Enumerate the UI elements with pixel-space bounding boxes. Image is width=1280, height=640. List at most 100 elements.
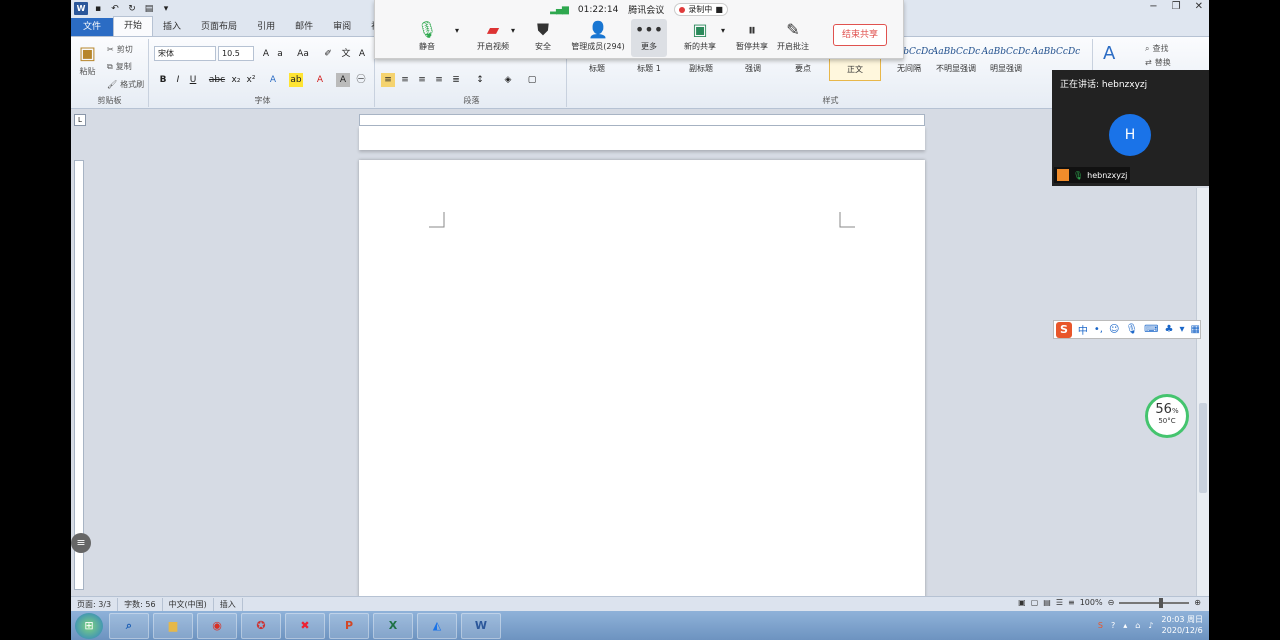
stop-record-icon[interactable]: ■ bbox=[715, 5, 723, 14]
outline-icon[interactable]: ☰ bbox=[1056, 598, 1063, 607]
close-button[interactable]: ✕ bbox=[1195, 1, 1203, 12]
help-tray-icon[interactable]: ? bbox=[1111, 621, 1115, 630]
scrollbar-thumb[interactable] bbox=[1199, 403, 1207, 493]
word-count[interactable]: 字数: 56 bbox=[118, 597, 163, 611]
full-screen-icon[interactable]: ▢ bbox=[1031, 598, 1039, 607]
superscript-icon[interactable]: x² bbox=[244, 73, 258, 87]
vertical-scrollbar[interactable] bbox=[1196, 188, 1209, 596]
horizontal-ruler[interactable] bbox=[359, 114, 925, 126]
language[interactable]: 中文(中国) bbox=[163, 597, 214, 611]
redo-icon[interactable]: ↻ bbox=[125, 2, 139, 15]
tab-insert[interactable]: 插入 bbox=[153, 18, 191, 36]
settings-grid-icon[interactable]: ▦ bbox=[1191, 324, 1200, 335]
mute-dropdown-icon[interactable]: ▾ bbox=[455, 26, 459, 35]
find-button[interactable]: ⌕ 查找 bbox=[1145, 43, 1168, 54]
change-styles-icon[interactable]: A bbox=[1103, 43, 1115, 64]
ruler-toggle-icon[interactable]: L bbox=[74, 114, 86, 126]
end-share-button[interactable]: 结束共享 bbox=[833, 24, 887, 46]
style-intense-emphasis[interactable]: AaBbCcDc 明显强调 bbox=[981, 41, 1031, 81]
voice-icon[interactable]: 🎙 bbox=[1125, 324, 1138, 335]
zoom-in-icon[interactable]: ⊕ bbox=[1194, 598, 1201, 607]
zoom-level[interactable]: 100% bbox=[1080, 598, 1103, 607]
open-folder-icon[interactable]: ▤ bbox=[142, 2, 156, 15]
format-painter-button[interactable]: 🖌 格式刷 bbox=[107, 79, 144, 90]
paste-button[interactable]: ▣ 粘贴 bbox=[79, 43, 96, 77]
highlight-icon[interactable]: ab bbox=[289, 73, 303, 87]
recording-badge[interactable]: 录制中 ■ bbox=[674, 3, 728, 16]
print-layout-icon[interactable]: ▣ bbox=[1018, 598, 1026, 607]
file-explorer-icon[interactable]: ▆ bbox=[153, 612, 193, 639]
clear-format-icon[interactable]: ✐ bbox=[321, 47, 335, 61]
tab-file[interactable]: 文件 bbox=[71, 18, 114, 36]
toolbox-icon[interactable]: ♣ bbox=[1165, 324, 1174, 335]
maximize-button[interactable]: ❐ bbox=[1172, 1, 1181, 12]
copy-button[interactable]: ⧉ 复制 bbox=[107, 61, 132, 72]
zoom-slider[interactable] bbox=[1119, 597, 1190, 608]
distribute-icon[interactable]: ≣ bbox=[449, 73, 463, 87]
undo-icon[interactable]: ↶ bbox=[108, 2, 122, 15]
font-color-icon[interactable]: A bbox=[313, 73, 327, 87]
ime-mode[interactable]: 中 bbox=[1078, 322, 1088, 337]
emoji-icon[interactable]: ☺ bbox=[1109, 324, 1119, 335]
page-count[interactable]: 页面: 3/3 bbox=[71, 597, 119, 611]
shrink-font-icon[interactable]: a bbox=[273, 47, 287, 61]
strikethrough-icon[interactable]: abc bbox=[208, 73, 226, 87]
align-center-icon[interactable]: ≡ bbox=[398, 73, 412, 87]
clock[interactable]: 20:03 周日 2020/12/6 bbox=[1161, 614, 1203, 636]
start-button[interactable]: ⊞ bbox=[75, 612, 103, 639]
word-app-icon[interactable]: W bbox=[461, 612, 501, 639]
pause-share-button[interactable]: ⏸ 暂停共享 bbox=[729, 19, 775, 57]
punctuation-icon[interactable]: •, bbox=[1094, 324, 1103, 335]
xmind-icon[interactable]: ✖ bbox=[285, 612, 325, 639]
italic-icon[interactable]: I bbox=[171, 73, 185, 87]
insert-mode[interactable]: 插入 bbox=[214, 597, 243, 611]
vertical-ruler[interactable] bbox=[74, 160, 84, 590]
floating-menu-icon[interactable]: ≡ bbox=[71, 533, 91, 553]
font-name-select[interactable]: 宋体 bbox=[154, 46, 216, 61]
tab-review[interactable]: 审阅 bbox=[323, 18, 361, 36]
share-dropdown-icon[interactable]: ▾ bbox=[721, 26, 725, 35]
char-border-icon[interactable]: A bbox=[355, 47, 369, 61]
new-share-button[interactable]: ▣ 新的共享 bbox=[677, 19, 723, 57]
zoom-out-icon[interactable]: ⊖ bbox=[1108, 598, 1115, 607]
justify-icon[interactable]: ≡ bbox=[432, 73, 446, 87]
network-icon[interactable]: ⌂ bbox=[1135, 621, 1140, 630]
skin-icon[interactable]: ▾ bbox=[1180, 324, 1185, 335]
borders-icon[interactable]: ▢ bbox=[525, 73, 539, 87]
excel-icon[interactable]: X bbox=[373, 612, 413, 639]
style-subtle-emphasis[interactable]: AaBbCcDc 不明显强调 bbox=[931, 41, 981, 81]
media-app-icon[interactable]: ✪ bbox=[241, 612, 281, 639]
notification-icon[interactable]: ▴ bbox=[1123, 621, 1127, 630]
underline-icon[interactable]: U bbox=[186, 73, 200, 87]
sogou-tray-icon[interactable]: S bbox=[1098, 621, 1103, 630]
grow-font-icon[interactable]: A bbox=[259, 47, 273, 61]
minimize-button[interactable]: − bbox=[1149, 1, 1157, 12]
subscript-icon[interactable]: x₂ bbox=[229, 73, 243, 87]
shading-icon[interactable]: ◈ bbox=[501, 73, 515, 87]
manage-members-button[interactable]: 👤 管理成员(294) bbox=[567, 19, 629, 57]
align-right-icon[interactable]: ≡ bbox=[415, 73, 429, 87]
phonetic-icon[interactable]: 文 bbox=[339, 47, 353, 61]
tab-references[interactable]: 引用 bbox=[247, 18, 285, 36]
tencent-meeting-icon[interactable]: ◭ bbox=[417, 612, 457, 639]
mute-button[interactable]: 🎙 静音 bbox=[405, 19, 449, 57]
video-button[interactable]: ▰ 开启视频 bbox=[467, 19, 519, 57]
tab-page-layout[interactable]: 页面布局 bbox=[191, 18, 247, 36]
draft-icon[interactable]: ≡ bbox=[1068, 598, 1075, 607]
cut-button[interactable]: ✂ 剪切 bbox=[107, 44, 133, 55]
char-shading-icon[interactable]: A bbox=[336, 73, 350, 87]
search-app-icon[interactable]: ⌕ bbox=[109, 612, 149, 639]
ime-toolbar[interactable]: S 中 •, ☺ 🎙 ⌨ ♣ ▾ ▦ bbox=[1053, 320, 1201, 339]
chrome-icon[interactable]: ◉ bbox=[197, 612, 237, 639]
replace-button[interactable]: ⇄ 替换 bbox=[1145, 57, 1171, 68]
document-page[interactable] bbox=[359, 160, 925, 600]
line-spacing-icon[interactable]: ↕ bbox=[473, 73, 487, 87]
bold-icon[interactable]: B bbox=[156, 73, 170, 87]
font-size-select[interactable]: 10.5 bbox=[218, 46, 254, 61]
video-dropdown-icon[interactable]: ▾ bbox=[511, 26, 515, 35]
change-case-icon[interactable]: Aa bbox=[296, 47, 310, 61]
customize-qat-icon[interactable]: ▾ bbox=[159, 2, 173, 15]
text-effects-icon[interactable]: A bbox=[266, 73, 280, 87]
tab-mailings[interactable]: 邮件 bbox=[285, 18, 323, 36]
save-icon[interactable]: ▪ bbox=[91, 2, 105, 15]
